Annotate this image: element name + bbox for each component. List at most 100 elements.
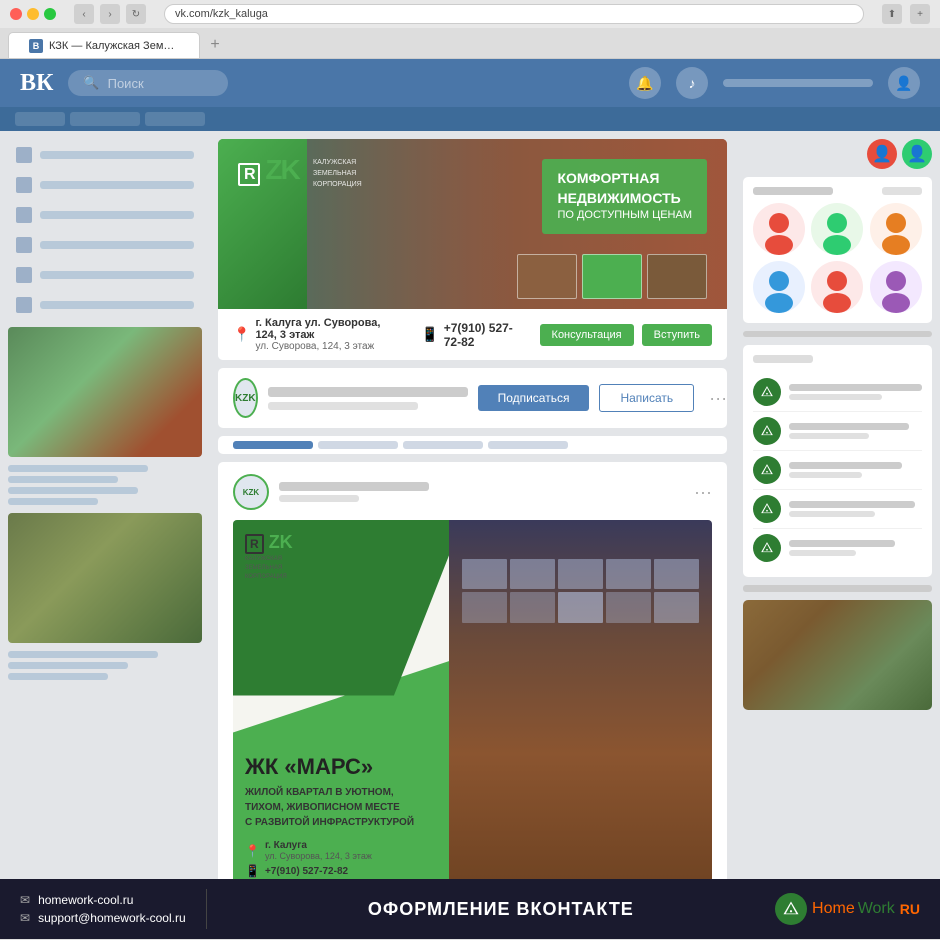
member-6[interactable]	[870, 261, 922, 313]
minimize-button[interactable]	[27, 8, 39, 20]
member-4[interactable]	[753, 261, 805, 313]
vk-sidebar	[0, 131, 210, 879]
bell-icon[interactable]: 🔔	[629, 67, 661, 99]
browser-nav: ‹ › ↻	[74, 4, 146, 24]
consult-button[interactable]: Консультация	[540, 324, 634, 346]
more-options-icon[interactable]: ···	[709, 388, 727, 409]
hw-home-text: Home	[812, 900, 855, 918]
url-text: vk.com/kzk_kaluga	[175, 8, 268, 20]
active-tab[interactable]: В КЗК — Калужская Земельная Корпорация	[8, 32, 200, 58]
sidebar-games-label	[40, 301, 194, 309]
tab-posts[interactable]	[233, 441, 313, 449]
homework-brand: HomeWork	[812, 900, 895, 918]
sidebar-nav-games[interactable]	[8, 291, 202, 319]
link-text-2	[789, 423, 922, 439]
back-button[interactable]: ‹	[74, 4, 94, 24]
banner-logo-text: R ZK	[238, 154, 299, 186]
tab-photos[interactable]	[318, 441, 398, 449]
right-photo-bg	[743, 600, 932, 710]
banner-buttons: Консультация Вступить	[540, 324, 712, 346]
bottom-divider	[206, 889, 207, 929]
mail-icon-2: ✉	[20, 911, 30, 925]
contact-email-2: ✉ support@homework-cool.ru	[20, 911, 186, 925]
members-title	[753, 187, 833, 195]
forward-button[interactable]: ›	[100, 4, 120, 24]
nav-item-home	[15, 112, 65, 126]
sidebar-line-3	[8, 487, 138, 494]
tab-favicon: В	[29, 39, 43, 53]
sidebar-home-label	[40, 151, 194, 159]
tab-products[interactable]	[488, 441, 568, 449]
member-1[interactable]	[753, 203, 805, 255]
thumbnail-1	[517, 254, 577, 299]
messages-icon	[16, 207, 32, 223]
link-item-5[interactable]	[753, 529, 922, 567]
vk-page: ВК 🔍 Поиск 🔔 ♪ 👤	[0, 59, 940, 879]
link-icon-3	[753, 456, 781, 484]
banner-info-bar: 📍 г. Калуга ул. Суворова, 124, 3 этаж ул…	[218, 309, 727, 360]
address-bar[interactable]: vk.com/kzk_kaluga	[164, 4, 864, 24]
banner-image: R ZK КАЛУЖСКАЯ ЗЕМЕЛЬНАЯ КОРПОРАЦИЯ КОМФ…	[218, 139, 727, 309]
sidebar-line-6	[8, 662, 128, 669]
sidebar-nav-friends[interactable]	[8, 231, 202, 259]
sidebar-line-5	[8, 651, 158, 658]
sidebar-photo-1	[8, 327, 202, 457]
close-button[interactable]	[10, 8, 22, 20]
sidebar-nav-groups[interactable]	[8, 261, 202, 289]
post-header: KZK ···	[233, 474, 712, 510]
group-meta	[268, 387, 468, 410]
sidebar-line-2	[8, 476, 118, 483]
groups-icon	[16, 267, 32, 283]
group-stats	[268, 402, 418, 410]
add-tab-button[interactable]: +	[910, 4, 930, 24]
right-divider	[743, 331, 932, 337]
share-button[interactable]: ⬆	[882, 4, 902, 24]
reload-button[interactable]: ↻	[126, 4, 146, 24]
new-tab-button[interactable]: +	[205, 32, 225, 58]
thumbnail-3	[647, 254, 707, 299]
group-avatar: KZK	[233, 378, 258, 418]
post-author-name	[279, 482, 429, 491]
search-placeholder: Поиск	[108, 76, 144, 91]
music-icon[interactable]: ♪	[676, 67, 708, 99]
vk-search[interactable]: 🔍 Поиск	[68, 70, 228, 96]
link-text-5	[789, 540, 922, 556]
bottom-logo[interactable]: HomeWork RU	[775, 893, 920, 925]
member-2[interactable]	[811, 203, 863, 255]
contact-email-1: ✉ homework-cool.ru	[20, 893, 186, 907]
member-3[interactable]	[870, 203, 922, 255]
nav-item-messages	[145, 112, 205, 126]
maximize-button[interactable]	[44, 8, 56, 20]
traffic-lights	[10, 8, 56, 20]
message-button[interactable]: Написать	[599, 384, 694, 412]
join-button[interactable]: Вступить	[642, 324, 712, 346]
link-item-1[interactable]	[753, 373, 922, 412]
subscribe-button[interactable]: Подписаться	[478, 385, 590, 411]
sidebar-nav-news[interactable]	[8, 171, 202, 199]
sidebar-text-2	[8, 651, 202, 680]
post-address-overlay: 📍 г. Калуга ул. Суворова, 124, 3 этаж 📱 …	[245, 840, 372, 879]
phone-icon: 📱	[421, 326, 438, 343]
sidebar-nav-home[interactable]	[8, 141, 202, 169]
sidebar-line-7	[8, 673, 108, 680]
sidebar-groups-label	[40, 271, 194, 279]
link-item-4[interactable]	[753, 490, 922, 529]
link-icon-2	[753, 417, 781, 445]
banner-company-name: КАЛУЖСКАЯ ЗЕМЕЛЬНАЯ КОРПОРАЦИЯ	[313, 157, 362, 191]
friends-icon	[16, 237, 32, 253]
link-item-2[interactable]	[753, 412, 922, 451]
profile-icon[interactable]: 👤	[888, 67, 920, 99]
tab-title: КЗК — Калужская Земельная Корпорация	[49, 40, 179, 52]
post-more-icon[interactable]: ···	[694, 482, 712, 503]
tab-videos[interactable]	[403, 441, 483, 449]
banner-thumbnails	[517, 254, 707, 299]
link-item-3[interactable]	[753, 451, 922, 490]
mail-icon-1: ✉	[20, 893, 30, 907]
vk-main: R ZK КАЛУЖСКАЯ ЗЕМЕЛЬНАЯ КОРПОРАЦИЯ КОМФ…	[0, 131, 940, 879]
banner-headline: КОМФОРТНАЯ НЕДВИЖИМОСТЬ ПО ДОСТУПНЫМ ЦЕН…	[557, 169, 692, 224]
members-count	[882, 187, 922, 195]
sidebar-nav-messages[interactable]	[8, 201, 202, 229]
browser-titlebar: ‹ › ↻ vk.com/kzk_kaluga ⬆ +	[0, 0, 940, 28]
member-5[interactable]	[811, 261, 863, 313]
post-image: R ZK КАЛУЖСКАЯ ЗЕМЕЛЬНАЯ КОРПОРАЦИЯ ЖК «…	[233, 520, 712, 879]
